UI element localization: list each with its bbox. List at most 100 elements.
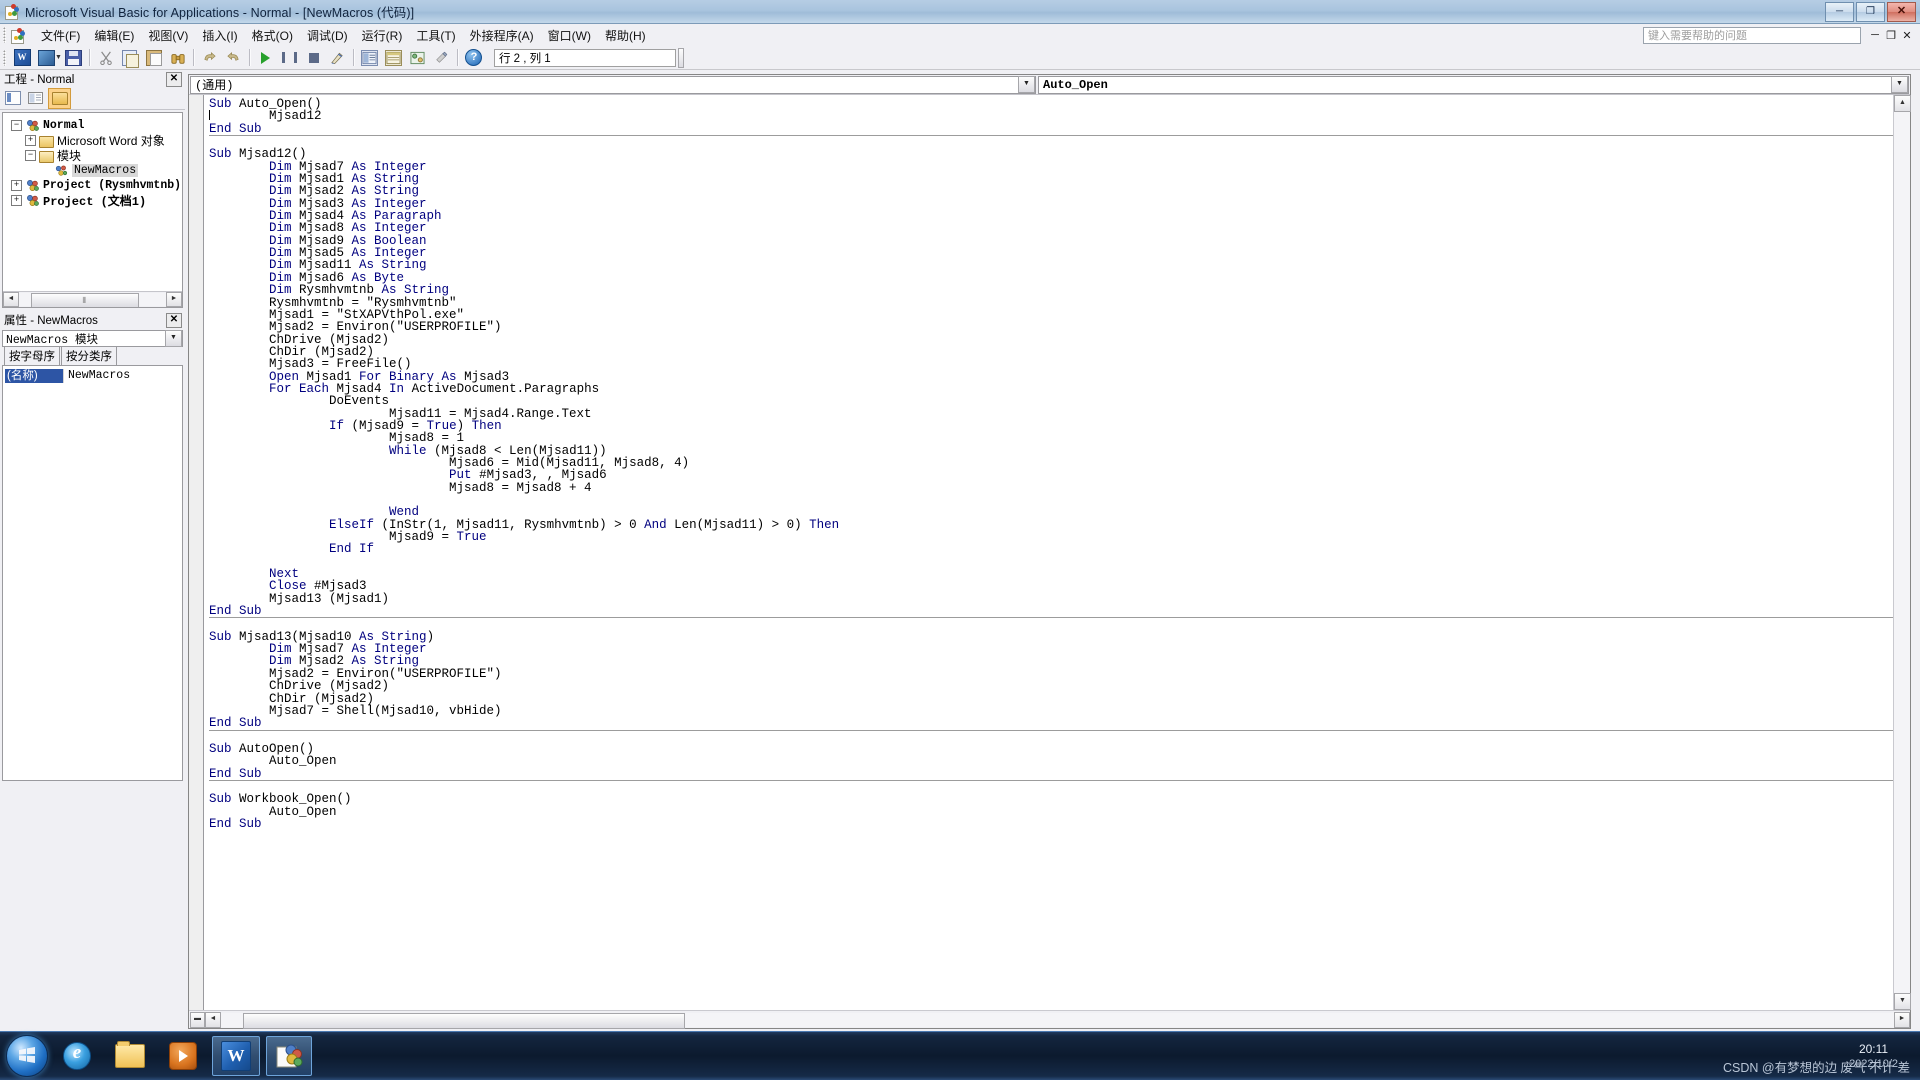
expander-expand-icon[interactable]: + — [11, 195, 22, 206]
scroll-up-icon[interactable]: ▲ — [1894, 95, 1911, 112]
start-button[interactable] — [6, 1035, 48, 1077]
cut-button[interactable] — [95, 47, 117, 68]
menu-edit[interactable]: 编辑(E) — [87, 25, 141, 46]
expander-expand-icon[interactable]: + — [11, 180, 22, 191]
property-value[interactable]: NewMacros — [63, 368, 180, 383]
code-margin-indicator-bar[interactable] — [189, 95, 204, 1010]
object-combo[interactable]: (通用) ▼ — [190, 75, 1036, 94]
tree-item-modules[interactable]: − 模块 — [9, 148, 182, 163]
mdi-minimize-button[interactable]: ─ — [1867, 29, 1883, 41]
close-button[interactable]: ✕ — [1887, 1, 1916, 22]
reset-button[interactable] — [303, 47, 325, 68]
menu-file[interactable]: 文件(F) — [34, 25, 87, 46]
toolbox-button[interactable] — [431, 47, 453, 68]
object-combo-value: (通用) — [195, 79, 234, 93]
scissors-icon — [100, 51, 112, 65]
scroll-right-icon[interactable]: ► — [1894, 1011, 1910, 1028]
scroll-thumb[interactable]: ⦀ — [30, 293, 139, 307]
chevron-down-icon[interactable]: ▼ — [165, 330, 182, 347]
property-row[interactable]: (名称) NewMacros — [5, 368, 180, 383]
properties-grid[interactable]: (名称) NewMacros — [2, 365, 183, 781]
scroll-right-icon[interactable]: ► — [166, 292, 182, 307]
scroll-track[interactable]: ⦀ — [19, 293, 166, 307]
properties-object-combo[interactable]: NewMacros 模块 ▼ — [2, 330, 183, 347]
scroll-left-icon[interactable]: ◄ — [3, 292, 19, 307]
tree-item-project-doc1[interactable]: + Project (文档1) — [9, 193, 182, 209]
menu-window[interactable]: 窗口(W) — [541, 25, 598, 46]
break-button[interactable] — [279, 47, 301, 68]
menu-insert[interactable]: 插入(I) — [195, 25, 244, 46]
title-bar: Microsoft Visual Basic for Applications … — [0, 0, 1920, 24]
toolbar-drag-grip[interactable] — [3, 49, 6, 66]
code-window: (通用) ▼ Auto_Open ▼ Sub Auto_Open() Mjsad… — [188, 74, 1911, 1029]
maximize-icon: ❐ — [1866, 5, 1875, 17]
project-explorer-toolbar — [0, 87, 185, 110]
minimize-button[interactable]: ─ — [1825, 1, 1854, 22]
redo-button[interactable] — [223, 47, 245, 68]
toolbar-overflow-handle[interactable] — [677, 47, 684, 68]
taskbar-media-player[interactable] — [160, 1036, 206, 1076]
menu-format[interactable]: 格式(O) — [245, 25, 300, 46]
taskbar-explorer[interactable] — [106, 1036, 154, 1076]
view-word-button[interactable]: W — [11, 47, 33, 68]
taskbar-ie[interactable] — [54, 1036, 100, 1076]
mdi-close-button[interactable]: ✕ — [1899, 29, 1915, 42]
menu-tools[interactable]: 工具(T) — [409, 25, 462, 46]
tree-item-newmacros[interactable]: NewMacros — [9, 163, 182, 178]
toggle-folders-button[interactable] — [48, 87, 71, 109]
split-window-handle[interactable]: ▬ — [190, 1011, 205, 1028]
menu-run[interactable]: 运行(R) — [355, 25, 410, 46]
scroll-left-icon[interactable]: ◄ — [205, 1011, 221, 1028]
chevron-down-icon[interactable]: ▼ — [1018, 76, 1035, 93]
tab-alphabetic[interactable]: 按字母序 — [4, 346, 60, 365]
maximize-button[interactable]: ❐ — [1856, 1, 1885, 22]
paste-button[interactable] — [143, 47, 165, 68]
vscroll-track[interactable] — [1894, 112, 1910, 993]
chevron-down-icon[interactable]: ▼ — [1891, 76, 1908, 93]
windows-flag-icon — [19, 1047, 35, 1063]
menu-debug[interactable]: 调试(D) — [300, 25, 355, 46]
view-object-button[interactable] — [25, 89, 46, 108]
procedure-combo[interactable]: Auto_Open ▼ — [1038, 75, 1909, 94]
tree-item-normal[interactable]: − Normal — [9, 118, 182, 133]
menu-addins[interactable]: 外接程序(A) — [463, 25, 541, 46]
undo-button[interactable] — [199, 47, 221, 68]
project-tree[interactable]: − Normal + Microsoft Word 对象 − 模块 NewMac… — [2, 112, 183, 308]
tree-item-project-rysmhvmtnb[interactable]: + Project (Rysmhvmtnb) — [9, 178, 182, 193]
tab-categorized[interactable]: 按分类序 — [61, 346, 117, 365]
project-tree-hscrollbar[interactable]: ◄ ⦀ ► — [3, 291, 182, 307]
expander-collapse-icon[interactable]: − — [25, 150, 36, 161]
hscroll-track[interactable] — [221, 1012, 1894, 1029]
help-button[interactable]: ? — [463, 47, 485, 68]
code-editor[interactable]: Sub Auto_Open() Mjsad12 End Sub Sub Mjsad… — [204, 95, 1894, 1010]
code-vscrollbar[interactable]: ▲ ▼ — [1893, 95, 1911, 1010]
copy-button[interactable] — [119, 47, 141, 68]
insert-object-button[interactable] — [35, 47, 57, 68]
menu-help[interactable]: 帮助(H) — [598, 25, 653, 46]
view-code-button[interactable] — [2, 89, 23, 108]
code-line: Auto_Open — [209, 754, 337, 769]
design-mode-button[interactable] — [327, 47, 349, 68]
code-line: Dim Mjsad4 As Paragraph — [269, 209, 442, 224]
find-button[interactable] — [167, 47, 189, 68]
taskbar-clock[interactable]: 20:11 2022/10/2 — [1849, 1042, 1898, 1072]
mdi-restore-button[interactable]: ❐ — [1883, 29, 1899, 42]
tree-label: NewMacros — [72, 164, 139, 177]
project-explorer-button[interactable] — [359, 47, 381, 68]
save-button[interactable] — [63, 47, 85, 68]
properties-close-icon[interactable]: ✕ — [166, 312, 182, 328]
menu-drag-grip[interactable] — [3, 27, 6, 43]
expander-collapse-icon[interactable]: − — [11, 120, 22, 131]
scroll-down-icon[interactable]: ▼ — [1894, 993, 1911, 1010]
help-search-input[interactable]: 键入需要帮助的问题 — [1643, 26, 1861, 44]
project-explorer-close-icon[interactable]: ✕ — [166, 71, 182, 87]
run-button[interactable] — [255, 47, 277, 68]
expander-expand-icon[interactable]: + — [25, 135, 36, 146]
hscroll-thumb[interactable] — [243, 1012, 685, 1029]
object-browser-button[interactable] — [407, 47, 429, 68]
properties-window-button[interactable] — [383, 47, 405, 68]
tree-item-word-objects[interactable]: + Microsoft Word 对象 — [9, 133, 182, 148]
menu-view[interactable]: 视图(V) — [141, 25, 195, 46]
taskbar-vba[interactable] — [266, 1036, 312, 1076]
taskbar-word[interactable]: W — [212, 1036, 260, 1076]
